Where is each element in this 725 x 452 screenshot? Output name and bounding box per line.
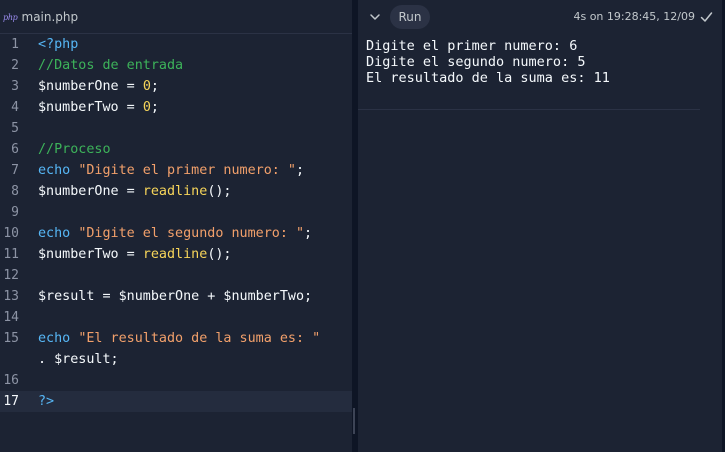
code-text: $numberTwo = 0;	[38, 97, 159, 118]
code-line[interactable]: 10 echo "Digite el segundo numero: ";	[0, 223, 352, 244]
code-token: "El resultado de la suma es: "	[78, 331, 321, 346]
code-line[interactable]: 16	[0, 370, 352, 391]
line-number: 3	[11, 79, 19, 94]
code-line[interactable]: . $result;	[0, 349, 352, 370]
code-token: $numberOne =	[38, 184, 143, 199]
check-icon	[700, 12, 713, 22]
php-file-icon: php	[3, 12, 18, 22]
output-line: El resultado de la suma es: 11	[366, 70, 610, 86]
code-text: echo "Digite el segundo numero: ";	[38, 223, 312, 244]
line-number: 13	[3, 289, 19, 304]
line-number: 8	[11, 184, 19, 199]
console-pane: Run 4s on 19:28:45, 12/09 Digite el prim…	[358, 0, 725, 452]
console-header: Run 4s on 19:28:45, 12/09	[358, 0, 725, 34]
code-text: $result = $numberOne + $numberTwo;	[38, 286, 312, 307]
code-line[interactable]: 3 $numberOne = 0;	[0, 76, 352, 97]
splitter-handle[interactable]	[353, 408, 355, 434]
line-number: 4	[11, 100, 19, 115]
code-text: echo "Digite el primer numero: ";	[38, 160, 304, 181]
code-text: //Datos de entrada	[38, 55, 183, 76]
code-token: $result = $numberOne + $numberTwo;	[38, 289, 313, 304]
code-token: "Digite el segundo numero: "	[78, 226, 305, 241]
code-text: <?php	[38, 34, 78, 55]
code-text: $numberOne = 0;	[38, 76, 159, 97]
code-line[interactable]: 1 <?php	[0, 34, 352, 55]
code-token: ();	[207, 184, 232, 199]
chevron-down-icon[interactable]	[368, 10, 382, 24]
console-output[interactable]: Digite el primer numero: 6 Digite el seg…	[366, 38, 706, 86]
code-token: readline	[142, 184, 208, 199]
code-line[interactable]: 6 //Proceso	[0, 139, 352, 160]
code-token: echo	[38, 163, 71, 178]
code-line[interactable]: 7 echo "Digite el primer numero: ";	[0, 160, 352, 181]
code-token: $numberTwo =	[38, 100, 143, 115]
output-line: Digite el segundo numero: 5	[366, 54, 586, 70]
code-line[interactable]: 8 $numberOne = readline();	[0, 181, 352, 202]
code-text: . $result;	[38, 349, 119, 370]
code-editor[interactable]: 1 <?php 2 //Datos de entrada 3 $numberOne = 0…	[0, 34, 352, 412]
editor-pane: php main.php 1 <?php 2 //Datos de entrada 3 $…	[0, 0, 352, 452]
console-separator	[358, 109, 700, 110]
code-line[interactable]: 13 $result = $numberOne + $numberTwo;	[0, 286, 352, 307]
code-token: "Digite el primer numero: "	[78, 163, 296, 178]
line-number: 16	[3, 373, 19, 388]
code-token: ;	[304, 226, 313, 241]
line-number: 5	[11, 121, 19, 136]
code-token: 0	[142, 79, 151, 94]
code-token: echo	[38, 226, 71, 241]
run-button[interactable]: Run	[390, 5, 430, 29]
code-token: ?>	[38, 394, 55, 409]
line-number: 14	[3, 310, 19, 325]
run-timestamp: 4s on 19:28:45, 12/09	[573, 10, 695, 23]
line-number: 1	[11, 37, 19, 52]
code-token: ;	[150, 79, 159, 94]
code-token: ();	[207, 247, 232, 262]
line-number: 10	[3, 226, 19, 241]
line-number: 2	[11, 58, 19, 73]
code-token: echo	[38, 331, 71, 346]
code-token: //Proceso	[38, 142, 111, 157]
code-line[interactable]: 17 ?>	[0, 391, 352, 412]
code-token: //Datos de entrada	[38, 58, 184, 73]
code-text: $numberTwo = readline();	[38, 244, 232, 265]
line-number: 9	[11, 205, 19, 220]
code-line[interactable]: 9	[0, 202, 352, 223]
code-line[interactable]: 5	[0, 118, 352, 139]
code-token: $numberOne =	[38, 79, 143, 94]
file-tab-label: main.php	[21, 10, 79, 24]
output-line: Digite el primer numero: 6	[366, 38, 578, 54]
line-number: 11	[3, 247, 19, 262]
code-line[interactable]: 11 $numberTwo = readline();	[0, 244, 352, 265]
code-text: echo "El resultado de la suma es: "	[38, 328, 320, 349]
code-line[interactable]: 14	[0, 307, 352, 328]
code-token: ;	[150, 100, 159, 115]
code-token: $numberTwo =	[38, 247, 143, 262]
line-number: 15	[3, 331, 19, 346]
line-number: 6	[11, 142, 19, 157]
code-text: //Proceso	[38, 139, 111, 160]
line-number: 12	[3, 268, 19, 283]
code-text: ?>	[38, 391, 54, 412]
line-number: 7	[11, 163, 19, 178]
code-line[interactable]: 12	[0, 265, 352, 286]
code-token: . $result;	[38, 352, 119, 367]
code-line[interactable]: 2 //Datos de entrada	[0, 55, 352, 76]
code-token: <?php	[38, 37, 79, 52]
editor-tab-bar: php main.php	[0, 0, 352, 34]
code-token: 0	[142, 100, 151, 115]
code-text: $numberOne = readline();	[38, 181, 232, 202]
line-number: 17	[3, 394, 19, 409]
code-line[interactable]: 15 echo "El resultado de la suma es: "	[0, 328, 352, 349]
code-token: ;	[295, 163, 305, 178]
code-line[interactable]: 4 $numberTwo = 0;	[0, 97, 352, 118]
file-tab-main-php[interactable]: php main.php	[0, 0, 78, 34]
code-token: readline	[142, 247, 208, 262]
